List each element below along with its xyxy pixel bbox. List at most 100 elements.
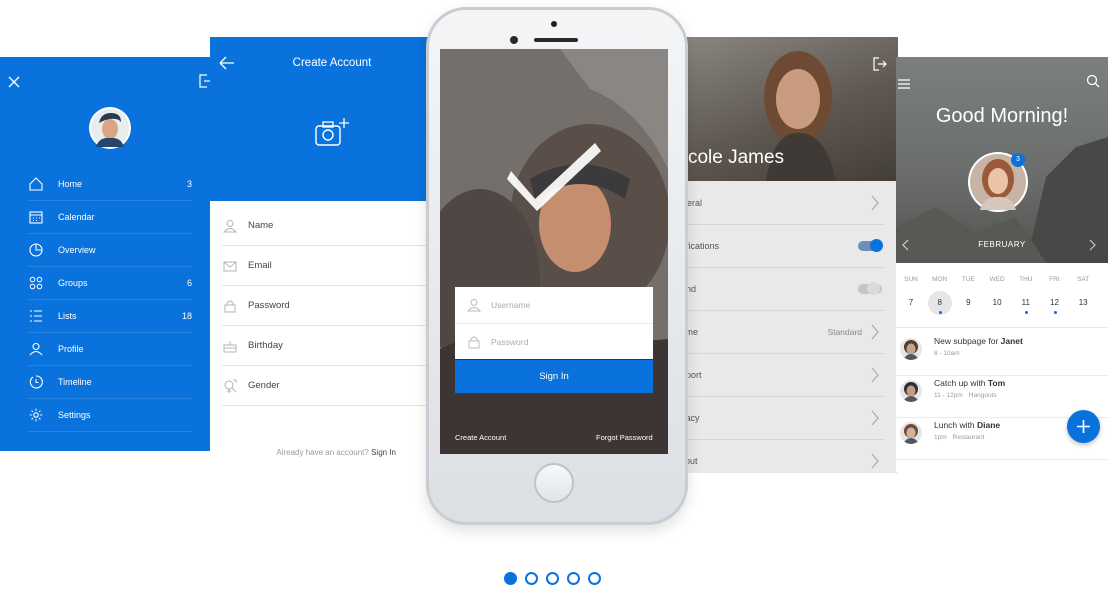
event-time: 8 - 10am <box>934 350 960 357</box>
settings-row-theme[interactable]: ThemeStandard <box>678 311 884 354</box>
calendar-screen: Good Morning! 3 FEBRUARY SUN 7 MON 8 TUE 9 WED… <box>896 57 1108 472</box>
login-form: Username Password <box>455 287 653 359</box>
pagination-dot[interactable] <box>504 572 517 585</box>
field-label: Email <box>248 260 272 271</box>
camera-add-icon[interactable] <box>314 117 350 149</box>
weekday-label: SUN <box>904 276 918 283</box>
sidebar-item-home[interactable]: Home 3 <box>28 167 192 201</box>
chevron-right-icon <box>870 453 880 469</box>
settings-row-logout[interactable]: Logout <box>678 440 884 473</box>
day-number: 9 <box>966 298 971 307</box>
create-account-link[interactable]: Create Account <box>455 433 506 442</box>
back-arrow-icon[interactable] <box>219 56 235 70</box>
chevron-right-icon <box>870 410 880 426</box>
event-subtitle: 8 - 10am <box>934 350 960 357</box>
sidebar-item-count: 6 <box>186 277 192 288</box>
day-number: 13 <box>1078 298 1088 307</box>
create-account-screen: Create Account Name Email Password Birthday… <box>210 37 430 467</box>
event-person: Diane <box>977 420 1001 430</box>
profile-screen: Nicole James GeneralNotificationsSoundTh… <box>678 37 898 473</box>
sidebar-item-timeline[interactable]: Timeline <box>28 365 192 399</box>
sidebar-item-groups[interactable]: Groups 6 <box>28 266 192 300</box>
sidebar-item-lists[interactable]: Lists 18 <box>28 299 192 333</box>
day-cell[interactable]: 7 <box>899 291 923 315</box>
field-label: Password <box>248 300 290 311</box>
sidebar-item-profile[interactable]: Profile <box>28 332 192 366</box>
birthday-field[interactable]: Birthday <box>222 326 430 366</box>
profile-name: Nicole James <box>678 147 785 168</box>
event-person: Janet <box>1000 336 1023 346</box>
event-subtitle: 1pm Restaurant <box>934 434 984 441</box>
username-field[interactable]: Username <box>455 287 653 324</box>
search-icon[interactable] <box>1086 74 1100 88</box>
event-dot <box>938 311 942 314</box>
sidebar-item-count: 18 <box>181 310 192 321</box>
page-title: Create Account <box>292 57 372 69</box>
gender-field[interactable]: Gender <box>222 366 430 406</box>
toggle-switch[interactable] <box>858 282 882 295</box>
settings-row-notifications[interactable]: Notifications <box>678 225 884 268</box>
weekday-label: FRI <box>1049 276 1060 283</box>
avatar <box>900 338 922 360</box>
lock-icon <box>222 298 238 314</box>
sidebar-item-calendar[interactable]: Calendar <box>28 200 192 234</box>
settings-row-sound[interactable]: Sound <box>678 268 884 311</box>
day-cell[interactable]: 12 <box>1043 291 1067 315</box>
menu-icon[interactable] <box>898 76 910 89</box>
phone-camera <box>510 36 518 44</box>
gear-icon <box>28 407 44 423</box>
settings-row-privacy[interactable]: Privacy <box>678 397 884 440</box>
close-icon[interactable] <box>8 75 20 88</box>
event-dot <box>1024 311 1028 314</box>
lock-icon <box>467 335 481 349</box>
cake-icon <box>222 338 238 354</box>
forgot-password-link[interactable]: Forgot Password <box>596 433 653 442</box>
email-field[interactable]: Email <box>222 246 430 286</box>
avatar[interactable] <box>89 107 131 149</box>
event-title: Catch up with Tom <box>934 378 1005 388</box>
sidebar-item-label: Groups <box>58 277 88 288</box>
divider <box>896 327 1108 328</box>
password-field[interactable]: Password <box>455 324 653 359</box>
chevron-right-icon <box>870 367 880 383</box>
sign-in-button[interactable]: Sign In <box>455 360 653 393</box>
pagination-dot[interactable] <box>546 572 559 585</box>
pagination-dot[interactable] <box>567 572 580 585</box>
toggle-knob <box>867 282 880 295</box>
day-number: 7 <box>908 298 914 307</box>
mail-icon <box>222 258 238 274</box>
toggle-switch[interactable] <box>858 239 883 252</box>
phone-earpiece <box>534 38 578 42</box>
day-cell[interactable]: 11 <box>1014 291 1038 315</box>
day-number: 10 <box>992 298 1002 307</box>
day-cell[interactable]: 9 <box>956 291 980 315</box>
settings-row-support[interactable]: Support <box>678 354 884 397</box>
sidebar-item-label: Settings <box>58 409 91 420</box>
event-item[interactable]: New subpage for Janet 8 - 10am <box>896 334 1108 376</box>
avatar <box>900 380 922 402</box>
password-field[interactable]: Password <box>222 286 430 326</box>
event-person: Tom <box>987 378 1006 388</box>
sidebar-item-settings[interactable]: Settings <box>28 398 192 432</box>
day-cell[interactable]: 13 <box>1071 291 1095 315</box>
sidebar-item-count: 3 <box>186 178 192 189</box>
person-icon <box>28 341 44 357</box>
pagination-dot[interactable] <box>588 572 601 585</box>
pagination-dot[interactable] <box>525 572 538 585</box>
sign-in-link[interactable]: Sign In <box>371 448 396 457</box>
person-icon <box>466 298 482 312</box>
sidebar-item-overview[interactable]: Overview <box>28 233 192 267</box>
field-label: Name <box>248 220 274 231</box>
name-field[interactable]: Name <box>222 206 430 246</box>
menu-screen: Home 3 Calendar Overview Groups 6 Lists 18 Profi… <box>0 57 212 451</box>
logout-icon[interactable] <box>873 57 887 71</box>
day-cell[interactable]: 10 <box>985 291 1009 315</box>
login-screen: Username Password Sign In Create Account… <box>440 49 668 454</box>
home-button[interactable] <box>534 463 574 503</box>
settings-row-general[interactable]: General <box>678 182 884 225</box>
add-event-button[interactable] <box>1067 410 1100 443</box>
event-title: Lunch with Diane <box>934 420 1000 430</box>
weekday-label: SAT <box>1077 276 1090 283</box>
day-cell[interactable]: 8 <box>927 291 952 315</box>
sidebar-item-label: Calendar <box>58 211 95 222</box>
